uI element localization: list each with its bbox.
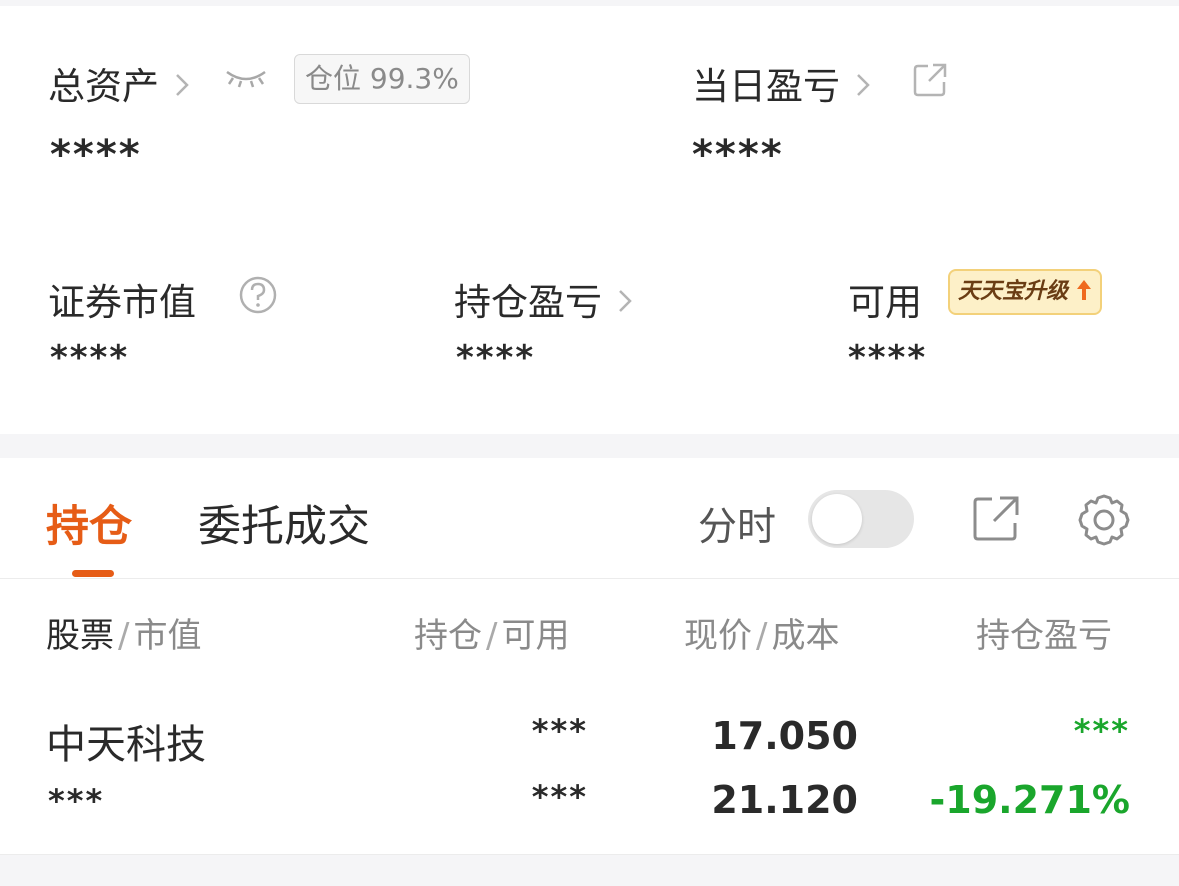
tab-holdings[interactable]: 持仓: [46, 492, 132, 554]
holding-pnl-row[interactable]: 持仓盈亏: [454, 272, 633, 326]
active-tab-indicator: [72, 570, 114, 577]
total-assets-value: ****: [50, 132, 142, 178]
timeshare-label: 分时: [698, 505, 777, 550]
chevron-right-icon: [855, 72, 871, 107]
securities-value-row: 证券市值: [48, 272, 196, 326]
daily-pnl-label: 当日盈亏: [692, 65, 840, 108]
cost-price: 21.120: [711, 778, 858, 822]
available-qty: ***: [531, 778, 588, 816]
column-main: 股票: [46, 616, 114, 656]
position-ratio-badge: 仓位 99.3%: [294, 54, 470, 104]
column-header-stock[interactable]: 股票 / 市值: [46, 608, 201, 657]
holding-pnl-label: 持仓盈亏: [454, 281, 602, 324]
available-label: 可用: [848, 281, 922, 324]
tab-orders-trades[interactable]: 委托成交: [198, 492, 370, 554]
daily-pnl-row[interactable]: 当日盈亏: [692, 56, 871, 110]
position-qty: ***: [531, 712, 588, 750]
total-assets-label: 总资产: [48, 65, 159, 108]
holding-pnl-value: ****: [456, 338, 536, 378]
column-sub: 市值: [133, 616, 202, 656]
gear-icon[interactable]: [1076, 492, 1132, 552]
available-value: ****: [848, 338, 928, 378]
column-separator: /: [118, 616, 130, 656]
holding-pnl-percent: -19.271%: [929, 778, 1130, 822]
column-header-price[interactable]: 现价 / 成本: [684, 608, 839, 657]
available-row: 可用: [848, 272, 922, 326]
chevron-right-icon: [174, 72, 190, 107]
tabs-divider: [0, 578, 1179, 579]
holding-pnl-amount: ***: [1073, 712, 1130, 750]
up-arrow-icon: [1068, 279, 1092, 304]
column-sub: 成本: [771, 616, 840, 656]
external-link-icon[interactable]: [912, 62, 948, 102]
timeshare-toggle[interactable]: [808, 490, 914, 548]
column-header-pnl[interactable]: 持仓盈亏: [976, 608, 1128, 657]
current-price: 17.050: [711, 714, 858, 758]
stock-name: 中天科技: [46, 722, 206, 768]
securities-value-value: ****: [50, 338, 130, 378]
securities-value-label: 证券市值: [48, 281, 196, 324]
market-value: ***: [48, 782, 105, 820]
total-assets-row[interactable]: 总资产: [48, 56, 190, 110]
row-divider: [0, 854, 1179, 855]
upgrade-badge[interactable]: 天天宝升级: [948, 269, 1102, 315]
question-circle-icon[interactable]: [238, 275, 278, 319]
column-main: 现价: [684, 616, 752, 656]
upgrade-badge-label: 天天宝升级: [958, 279, 1069, 304]
share-icon[interactable]: [972, 495, 1020, 547]
column-sub: 可用: [501, 616, 570, 656]
chevron-right-icon: [617, 288, 633, 323]
column-separator: /: [756, 616, 768, 656]
column-main: 持仓盈亏: [976, 616, 1112, 656]
daily-pnl-value: ****: [692, 132, 784, 178]
eye-closed-icon[interactable]: [225, 68, 267, 94]
column-main: 持仓: [414, 616, 482, 656]
column-header-position[interactable]: 持仓 / 可用: [414, 608, 569, 657]
column-separator: /: [486, 616, 498, 656]
toggle-knob: [812, 494, 862, 544]
